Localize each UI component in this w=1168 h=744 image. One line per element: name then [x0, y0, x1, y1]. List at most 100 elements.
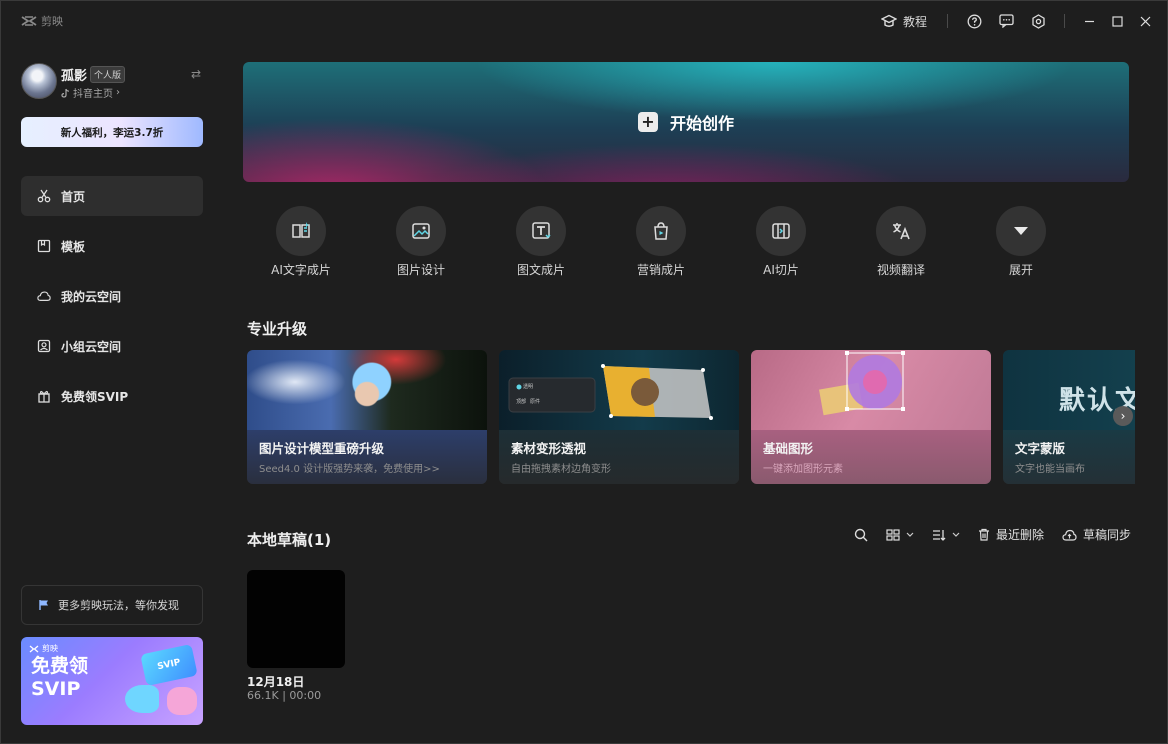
sidebar-item-home[interactable]: 首页 — [21, 176, 203, 216]
sidebar-item-group-cloud[interactable]: 小组云空间 — [21, 326, 203, 366]
template-icon — [37, 239, 51, 253]
minimize-button[interactable] — [1075, 1, 1103, 41]
svip-banner-brand: 剪映 — [29, 643, 58, 654]
username-text: 孤影 — [61, 69, 88, 84]
quick-action-button[interactable] — [396, 206, 446, 256]
translate-icon — [891, 221, 911, 241]
quick-action-ai-slice[interactable]: AI切片 — [736, 206, 826, 278]
mock-chip-label: 顶部 — [516, 399, 527, 405]
quick-action-image-text-video[interactable]: 图文成片 — [496, 206, 586, 278]
expand-icon — [1012, 225, 1030, 237]
recently-deleted-button[interactable]: 最近删除 — [978, 526, 1044, 543]
settings-button[interactable] — [1022, 1, 1054, 41]
sidebar: 孤影 个人版 抖音主页 › ⇄ 新人福利，李运3.7折 首页 模板 我的云空间 … — [1, 41, 223, 744]
marketing-video-icon — [651, 221, 671, 241]
quick-action-button[interactable] — [876, 206, 926, 256]
maximize-icon — [1111, 15, 1123, 27]
pro-upgrade-carousel: 图片设计模型重磅升级 Seed4.0 设计版强势来袭，免费使用>> 透明 顶部 … — [247, 350, 1135, 484]
quick-action-button[interactable] — [516, 206, 566, 256]
draft-thumbnail[interactable] — [247, 570, 345, 668]
sidebar-item-template[interactable]: 模板 — [21, 226, 203, 266]
group-cloud-icon — [37, 339, 51, 353]
close-button[interactable] — [1131, 1, 1159, 41]
feature-card-subtitle: 文字也能当画布 — [1015, 464, 1085, 475]
feature-card-image-design[interactable]: 图片设计模型重磅升级 Seed4.0 设计版强势来袭，免费使用>> — [247, 350, 487, 484]
megaphone-illustration — [125, 685, 159, 713]
search-button[interactable] — [854, 528, 868, 542]
discover-more-button[interactable]: 更多剪映玩法，等你发现 — [21, 585, 203, 625]
quick-action-video-translate[interactable]: 视频翻译 — [856, 206, 946, 278]
sidebar-item-free-svip[interactable]: 免费领SVIP — [21, 376, 203, 416]
feature-card-material-transform[interactable]: 透明 顶部 原件 素材变形透视 自由拖拽素材边角变形 — [499, 350, 739, 484]
sidebar-item-label: 免费领SVIP — [61, 389, 129, 404]
app-logo: 剪映 — [21, 13, 63, 29]
sidebar-nav: 首页 模板 我的云空间 小组云空间 免费领SVIP — [21, 176, 203, 426]
tutorial-label: 教程 — [902, 14, 927, 29]
quick-action-image-design[interactable]: 图片设计 — [376, 206, 466, 278]
new-user-promo-button[interactable]: 新人福利，李运3.7折 — [21, 117, 203, 147]
mock-chip-label: 原件 — [530, 399, 541, 405]
quick-action-label: 图片设计 — [396, 263, 445, 277]
quick-action-button[interactable] — [636, 206, 686, 256]
cloud-icon — [37, 289, 51, 303]
help-icon — [967, 14, 982, 29]
draft-sync-button[interactable]: 草稿同步 — [1062, 526, 1131, 543]
edition-badge: 个人版 — [90, 66, 126, 83]
view-mode-dropdown[interactable] — [886, 528, 914, 541]
app-brand-name: 剪映 — [41, 15, 63, 28]
switch-account-icon[interactable]: ⇄ — [191, 67, 201, 81]
quick-action-button[interactable] — [996, 206, 1046, 256]
tutorial-button[interactable]: 教程 — [880, 1, 937, 41]
cloud-sync-icon — [1062, 529, 1077, 541]
feature-card-title: 图片设计模型重磅升级 — [259, 441, 385, 456]
plus-icon: + — [637, 112, 658, 132]
hand-illustration — [167, 687, 197, 715]
title-bar: 剪映 教程 — [1, 1, 1167, 41]
user-profile[interactable]: 孤影 个人版 抖音主页 › ⇄ — [21, 63, 203, 103]
feature-card-subtitle: 自由拖拽素材边角变形 — [511, 464, 611, 475]
quick-action-button[interactable] — [276, 206, 326, 256]
free-svip-banner[interactable]: 剪映 免费领 SVIP SVIP — [21, 637, 203, 725]
graduation-cap-icon — [880, 14, 897, 28]
quick-action-label: AI文字成片 — [271, 263, 331, 277]
feature-card-image: 透明 顶部 原件 — [499, 350, 739, 430]
minimize-icon — [1084, 16, 1095, 27]
close-icon — [1140, 16, 1151, 27]
sidebar-item-label: 首页 — [61, 189, 86, 204]
sort-dropdown[interactable] — [932, 529, 960, 541]
gear-icon — [1031, 13, 1046, 29]
svip-title-line1: 免费领 — [31, 655, 89, 677]
sidebar-item-label: 小组云空间 — [61, 339, 122, 354]
quick-action-expand[interactable]: 展开 — [976, 206, 1066, 278]
quick-action-button[interactable] — [756, 206, 806, 256]
ai-text-video-icon — [291, 221, 311, 241]
window-controls-divider — [1064, 14, 1065, 28]
local-drafts-title: 本地草稿(1) — [247, 531, 332, 549]
avatar[interactable] — [21, 63, 57, 99]
drafts-toolbar: 最近删除 草稿同步 — [854, 526, 1131, 543]
help-button[interactable] — [958, 1, 990, 41]
maximize-button[interactable] — [1103, 1, 1131, 41]
douyin-homepage-link[interactable]: 抖音主页 › — [61, 85, 120, 100]
feature-card-basic-shapes[interactable]: 基础图形 一键添加图形元素 — [751, 350, 991, 484]
message-icon — [998, 14, 1014, 28]
quick-action-marketing-video[interactable]: 营销成片 — [616, 206, 706, 278]
feedback-button[interactable] — [990, 1, 1022, 41]
carousel-next-button[interactable]: › — [1113, 406, 1133, 426]
mock-chip-label: 透明 — [523, 384, 534, 390]
svip-ticket-illustration: SVIP — [140, 643, 198, 687]
image-text-video-icon — [531, 221, 551, 241]
discover-label: 更多剪映玩法，等你发现 — [58, 599, 179, 612]
quick-action-label: AI切片 — [763, 263, 799, 277]
chevron-down-icon — [952, 532, 960, 538]
start-creating-banner[interactable]: + 开始创作 — [243, 62, 1129, 182]
douyin-link-label: 抖音主页 — [73, 89, 113, 100]
sidebar-item-my-cloud[interactable]: 我的云空间 — [21, 276, 203, 316]
feature-card-title: 基础图形 — [763, 441, 814, 456]
pro-upgrade-title: 专业升级 — [247, 320, 308, 338]
draft-sync-label: 草稿同步 — [1082, 528, 1131, 542]
feature-card-title: 文字蒙版 — [1015, 441, 1066, 456]
quick-action-ai-text-video[interactable]: AI文字成片 — [256, 206, 346, 278]
chevron-down-icon — [906, 532, 914, 538]
recently-deleted-label: 最近删除 — [995, 528, 1044, 542]
